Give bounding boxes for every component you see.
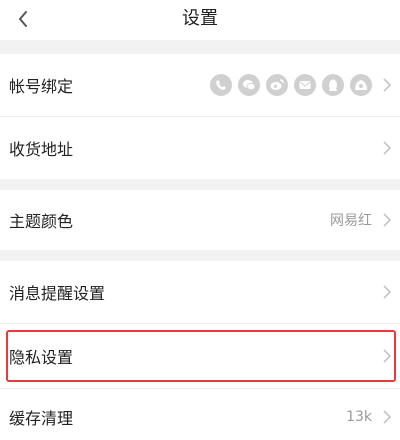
social-icons: [210, 54, 372, 116]
netease-icon: [350, 74, 372, 96]
cache-size-value: 13k: [346, 409, 372, 425]
privacy-highlight-box: [6, 330, 396, 382]
chevron-right-icon: [383, 213, 392, 227]
shipping-address-label: 收货地址: [9, 140, 74, 159]
notification-settings-row[interactable]: 消息提醒设置: [0, 261, 400, 323]
notification-settings-label: 消息提醒设置: [9, 284, 106, 303]
email-icon: [294, 74, 316, 96]
page-title: 设置: [182, 8, 218, 29]
theme-color-row[interactable]: 主题颜色 网易红: [0, 190, 400, 250]
account-binding-row[interactable]: 帐号绑定: [0, 54, 400, 116]
phone-icon: [210, 74, 232, 96]
chevron-right-icon: [383, 78, 392, 92]
theme-color-value: 网易红: [330, 213, 372, 229]
clear-cache-label: 缓存清理: [9, 409, 74, 428]
app-header: 设置: [0, 0, 400, 40]
chevron-right-icon: [383, 141, 392, 155]
chevron-right-icon: [383, 410, 392, 424]
clear-cache-row[interactable]: 缓存清理 13k: [0, 389, 400, 440]
theme-color-label: 主题颜色: [9, 212, 74, 231]
shipping-address-row[interactable]: 收货地址: [0, 117, 400, 179]
qq-icon: [322, 74, 344, 96]
account-binding-label: 帐号绑定: [9, 77, 74, 96]
chevron-right-icon: [383, 285, 392, 299]
wechat-icon: [238, 74, 260, 96]
weibo-icon: [266, 74, 288, 96]
